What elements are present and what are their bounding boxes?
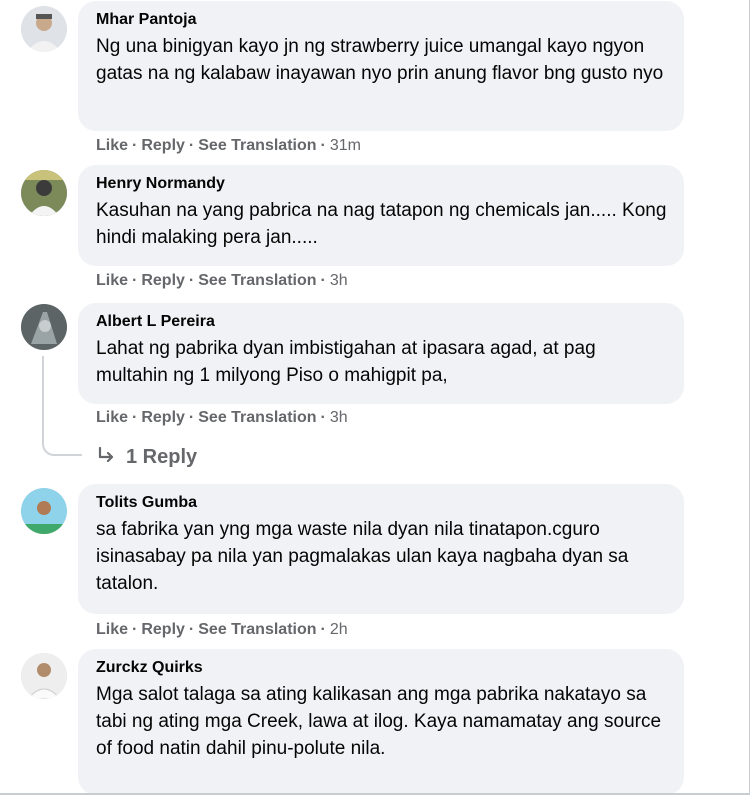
comment-text: Mga salot talaga sa ating kalikasan ang … [96, 684, 662, 759]
like-link[interactable]: Like [96, 272, 128, 289]
comment-author[interactable]: Henry Normandy [96, 174, 668, 194]
comment-author[interactable]: Zurckz Quirks [96, 658, 668, 678]
separator: · [188, 409, 195, 426]
view-replies-link[interactable]: 1 Reply [96, 444, 197, 470]
see-translation-link[interactable]: See Translation [198, 272, 316, 289]
separator: · [132, 272, 138, 289]
like-link[interactable]: Like [96, 409, 128, 426]
comment-text: Lahat ng pabrika dyan imbistigahan at ip… [96, 338, 596, 386]
comment-actions: Like · Reply · See Translation · 3h [96, 271, 348, 291]
see-translation-link[interactable]: See Translation [198, 409, 316, 426]
avatar[interactable] [21, 488, 67, 534]
comment-actions: Like · Reply · See Translation · 2h [96, 620, 348, 640]
avatar[interactable] [21, 304, 67, 350]
comment-text: sa fabrika yan yng mga waste nila dyan n… [96, 519, 629, 594]
reply-link[interactable]: Reply [141, 409, 185, 426]
separator: · [188, 137, 195, 154]
separator: · [188, 621, 195, 638]
avatar[interactable] [21, 653, 67, 699]
separator: · [132, 409, 138, 426]
reply-link[interactable]: Reply [141, 272, 185, 289]
comment-text: Kasuhan na yang pabrica na nag tatapon n… [96, 200, 667, 248]
comment-author[interactable]: Albert L Pereira [96, 312, 668, 332]
comment-bubble: Albert L Pereira Lahat ng pabrika dyan i… [78, 303, 684, 404]
see-translation-link[interactable]: See Translation [198, 621, 316, 638]
separator: · [188, 272, 195, 289]
comment-actions: Like · Reply · See Translation · 31m [96, 136, 361, 156]
comment-author[interactable]: Tolits Gumba [96, 493, 668, 513]
separator: · [132, 621, 138, 638]
separator: · [320, 137, 326, 154]
avatar[interactable] [21, 170, 67, 216]
comment-author[interactable]: Mhar Pantoja [96, 10, 668, 30]
reply-link[interactable]: Reply [141, 621, 185, 638]
like-link[interactable]: Like [96, 621, 128, 638]
see-translation-link[interactable]: See Translation [198, 137, 316, 154]
separator: · [320, 621, 326, 638]
comment-actions: Like · Reply · See Translation · 3h [96, 408, 348, 428]
comment-bubble: Zurckz Quirks Mga salot talaga sa ating … [78, 649, 684, 795]
reply-arrow-icon [96, 444, 116, 470]
replies-count-label[interactable]: 1 Reply [126, 446, 197, 469]
comment-bubble: Henry Normandy Kasuhan na yang pabrica n… [78, 165, 684, 266]
comment-text: Ng una binigyan kayo jn ng strawberry ju… [96, 36, 664, 84]
reply-link[interactable]: Reply [141, 137, 185, 154]
separator: · [320, 409, 326, 426]
like-link[interactable]: Like [96, 137, 128, 154]
timestamp[interactable]: 3h [330, 409, 348, 426]
timestamp[interactable]: 2h [330, 621, 348, 638]
timestamp[interactable]: 31m [330, 137, 361, 154]
thread-connector-line [42, 356, 82, 456]
separator: · [320, 272, 326, 289]
comment-bubble: Tolits Gumba sa fabrika yan yng mga wast… [78, 484, 684, 614]
comment-bubble: Mhar Pantoja Ng una binigyan kayo jn ng … [78, 1, 684, 131]
timestamp[interactable]: 3h [330, 272, 348, 289]
avatar[interactable] [21, 6, 67, 52]
separator: · [132, 137, 138, 154]
